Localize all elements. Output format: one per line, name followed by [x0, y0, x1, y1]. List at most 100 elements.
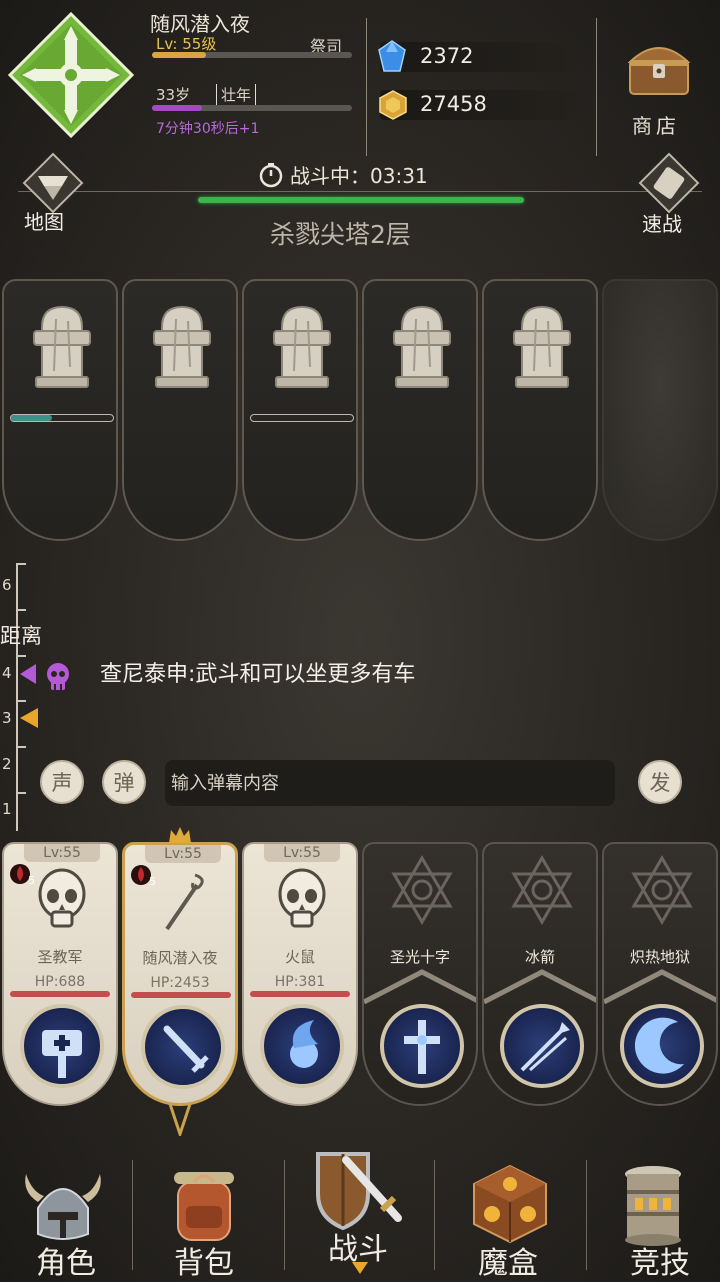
nav-battle[interactable]: 战斗 — [286, 1150, 430, 1280]
gem-amount: 2372 — [420, 44, 474, 68]
player-level: Lv: 55级 — [156, 35, 217, 53]
skill-card[interactable]: 冰箭 — [482, 842, 598, 1106]
header-divider — [596, 18, 597, 156]
level-progress-fill — [152, 52, 206, 58]
sword-icon[interactable] — [141, 1005, 225, 1089]
blood-drop-icon: 5 — [131, 865, 156, 887]
tombstone-icon — [153, 305, 211, 388]
ruler-tick — [16, 609, 26, 611]
crown-icon — [168, 826, 192, 848]
ruler-tick — [16, 655, 26, 657]
hero-hp: HP:688 — [34, 974, 86, 990]
gold-coin-icon — [378, 90, 408, 124]
chevron-decoration-icon — [604, 969, 716, 1004]
battle-progress-bar — [198, 197, 524, 203]
hero-card[interactable]: Lv:55 5 随风潜入夜 HP:2453 — [122, 842, 238, 1106]
ice-arrow-icon[interactable] — [500, 1004, 584, 1088]
ruler-label: 2 — [2, 755, 12, 773]
skull-icon — [278, 868, 326, 928]
ruler-tick — [16, 746, 26, 748]
enemy-slot — [2, 279, 118, 541]
gem-icon — [378, 40, 406, 78]
hero-card[interactable]: Lv:55 火鼠 HP:381 — [242, 842, 358, 1106]
nav-magic-box[interactable]: 魔盒 — [436, 1150, 580, 1281]
bottom-nav: 角色 背包 战斗 魔盒 竞技 — [0, 1150, 720, 1281]
enemy-hp-fill — [11, 415, 52, 421]
distance-label: 距离 — [0, 624, 42, 648]
ruler-tick — [16, 563, 26, 565]
danmaku-message: 查尼泰申:武斗和可以坐更多有车 — [100, 662, 416, 687]
holy-cross-icon[interactable] — [380, 1004, 464, 1088]
skull-icon — [38, 868, 86, 928]
tower-icon — [625, 1166, 681, 1246]
enemy-slot — [122, 279, 238, 541]
staff-icon — [165, 873, 204, 931]
send-button[interactable]: 发 — [638, 760, 682, 804]
player-age-stage: 壮年 — [216, 84, 257, 105]
nav-role[interactable]: 角色 — [0, 1150, 138, 1281]
selected-card-pointer-icon — [167, 1102, 193, 1140]
hexagram-icon — [391, 855, 453, 925]
nav-arena[interactable]: 竞技 — [588, 1150, 720, 1281]
shop-button[interactable]: 商店 — [632, 110, 680, 139]
tombstone-icon — [393, 305, 451, 388]
player-age: 33岁 — [156, 86, 191, 104]
hero-hp: HP:2453 — [150, 975, 210, 991]
nav-arena-label: 竞技 — [630, 1246, 690, 1281]
hero-level: Lv:55 — [24, 844, 100, 862]
treasure-chest-icon[interactable] — [626, 40, 692, 96]
active-indicator-icon — [352, 1262, 368, 1274]
hexagram-icon — [511, 855, 573, 925]
quick-battle-button[interactable]: 速战 — [642, 208, 682, 237]
skill-card[interactable]: 圣光十字 — [362, 842, 478, 1106]
hero-hp-bar — [131, 992, 231, 998]
helmet-icon — [25, 1174, 101, 1240]
nav-backpack[interactable]: 背包 — [132, 1150, 276, 1281]
ruler-label: 4 — [2, 664, 12, 682]
enemy-hp-bar — [250, 414, 354, 422]
nav-backpack-label: 背包 — [174, 1246, 234, 1281]
age-progress-fill — [152, 105, 202, 111]
ruler-label: 6 — [2, 576, 12, 594]
blood-drop-icon: 5 — [10, 864, 35, 886]
battle-timer: 03:31 — [370, 164, 428, 188]
gold-amount: 27458 — [420, 92, 487, 116]
stopwatch-icon — [258, 162, 284, 192]
hero-hp: HP:381 — [274, 974, 326, 990]
header-divider — [366, 18, 367, 156]
hero-name: 火鼠 — [284, 948, 315, 966]
danmaku-toggle-button[interactable]: 弹 — [102, 760, 146, 804]
map-button[interactable]: 地图 — [24, 206, 64, 235]
gem-counter — [380, 42, 576, 72]
hammer-icon[interactable] — [20, 1004, 104, 1088]
ruler-label: 1 — [2, 800, 12, 818]
hero-card[interactable]: Lv:55 5 圣教军 HP:688 — [2, 842, 118, 1106]
battle-status-label: 战斗中： — [290, 164, 370, 188]
crescent-icon[interactable] — [620, 1004, 704, 1088]
hexagram-icon — [631, 855, 693, 925]
enemy-marker-icon — [18, 662, 78, 698]
skill-card[interactable]: 炽热地狱 — [602, 842, 718, 1106]
nav-divider — [434, 1160, 435, 1270]
enemy-slot — [242, 279, 358, 541]
nav-role-label: 角色 — [36, 1246, 96, 1281]
chevron-decoration-icon — [484, 969, 596, 1004]
tombstone-icon — [513, 305, 571, 388]
header-rule — [18, 191, 702, 192]
enemy-slot — [482, 279, 598, 541]
hero-level: Lv:55 — [264, 844, 340, 862]
class-emblem-avatar[interactable] — [7, 11, 135, 139]
danmaku-input[interactable] — [165, 760, 615, 806]
sound-toggle-button[interactable]: 声 — [40, 760, 84, 804]
enemy-hp-bar — [10, 414, 114, 422]
fireball-icon[interactable] — [260, 1004, 344, 1088]
shield-sword-icon — [316, 1152, 402, 1231]
backpack-icon — [174, 1172, 234, 1241]
hero-hp-bar — [10, 991, 110, 997]
stage-title: 杀戮尖塔2层 — [270, 220, 411, 249]
tombstone-icon — [33, 305, 91, 388]
age-timer: 7分钟30秒后+1 — [156, 121, 260, 137]
hero-name: 随风潜入夜 — [142, 949, 218, 967]
hero-hp-bar — [250, 991, 350, 997]
battle-status: 战斗中：03:31 — [290, 160, 428, 189]
